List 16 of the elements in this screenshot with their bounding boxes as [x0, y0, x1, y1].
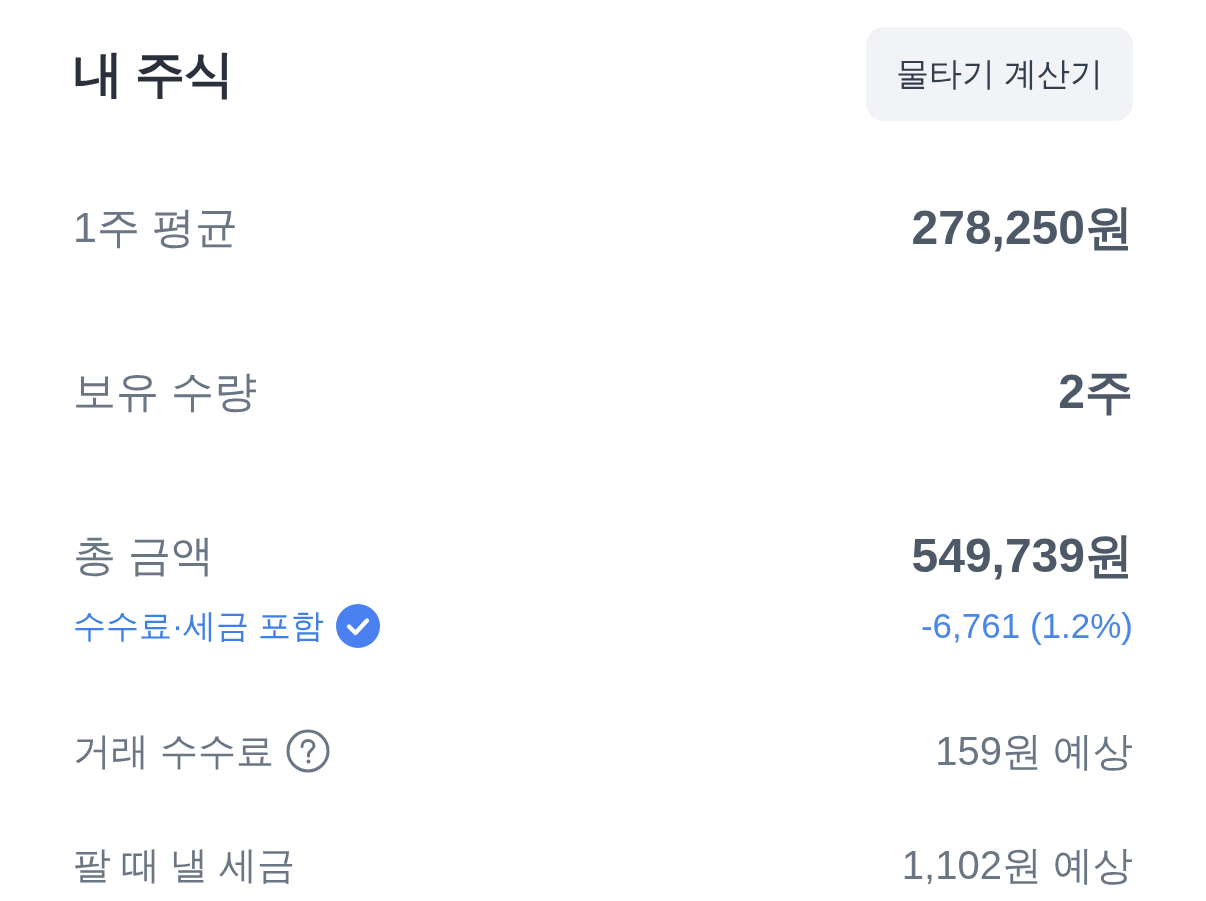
page-title: 내 주식 — [73, 44, 233, 104]
help-icon[interactable] — [285, 729, 330, 773]
row-label: 팔 때 낼 세금 — [73, 842, 295, 888]
row-value: 278,250원 — [911, 200, 1133, 256]
included-note: 수수료·세금 포함 — [73, 605, 325, 646]
row-value: 1,102원 예상 — [901, 841, 1133, 889]
row-label: 1주 평균 — [73, 202, 238, 253]
row-value: 549,739원 — [911, 528, 1133, 584]
calculator-button[interactable]: 물타기 계산기 — [865, 27, 1133, 121]
row-value: 159원 예상 — [935, 727, 1133, 775]
row-label: 거래 수수료 — [73, 728, 274, 774]
change-value: -6,761 (1.2%) — [920, 606, 1133, 646]
row-label: 보유 수량 — [73, 366, 257, 417]
check-circle-icon[interactable] — [336, 604, 381, 648]
row-value: 2주 — [1058, 364, 1133, 420]
row-label: 총 금액 — [73, 530, 214, 581]
